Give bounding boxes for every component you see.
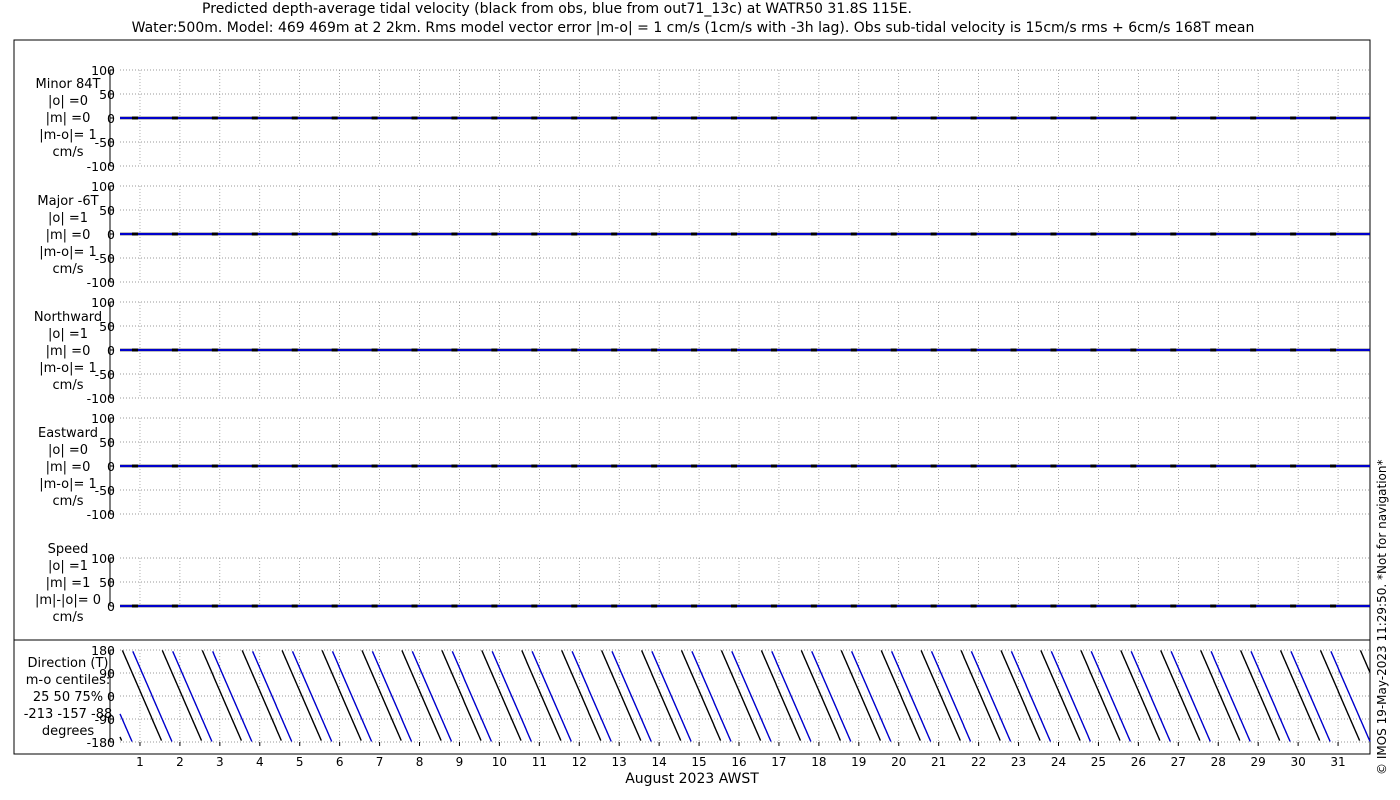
x-tick-label: 10	[492, 755, 507, 769]
panel-eastward: 100 50 0 -50 -100 Eastward |o| =0 |m| =0 |m-o|= …	[38, 411, 1370, 522]
y-tick-label: 100	[91, 411, 115, 426]
panel-label-line: |m|-|o|= 0	[35, 593, 101, 608]
panel-label-line: |m-o|= 1	[39, 245, 97, 260]
panel-label-line: |o| =0	[48, 94, 88, 109]
y-tick-label: -100	[87, 391, 115, 406]
panel-label-line: |o| =1	[48, 327, 88, 342]
tidal-velocity-figure: Predicted depth-average tidal velocity (…	[13, 1, 1389, 787]
x-tick-label: 16	[731, 755, 746, 769]
x-tick-label: 4	[256, 755, 264, 769]
y-tick-label: 0	[107, 459, 115, 474]
panel-label-line: |m-o|= 1	[39, 477, 97, 492]
y-tick-label: -100	[87, 159, 115, 174]
panel-label-line: cm/s	[53, 145, 84, 160]
panel-label-line: |o| =1	[48, 559, 88, 574]
panel-label-line: Northward	[34, 310, 102, 325]
y-tick-label: 0	[107, 599, 115, 614]
x-tick-label: 5	[296, 755, 304, 769]
panel-label-line: |m| =0	[46, 344, 91, 359]
y-tick-label: 50	[99, 575, 115, 590]
x-tick-label: 6	[336, 755, 344, 769]
y-tick-label: 0	[107, 111, 115, 126]
panel-label-line: cm/s	[53, 262, 84, 277]
panel-label-line: |m| =0	[46, 460, 91, 475]
x-tick-label: 22	[971, 755, 986, 769]
x-tick-label: 24	[1051, 755, 1066, 769]
x-tick-label: 12	[572, 755, 587, 769]
x-tick-label: 25	[1091, 755, 1106, 769]
panel-label-line: cm/s	[53, 378, 84, 393]
panel-label-line: |m| =1	[46, 576, 91, 591]
panel-label-line: m-o centiles:	[26, 673, 111, 688]
y-tick-label: -100	[87, 507, 115, 522]
x-tick-label: 18	[811, 755, 826, 769]
panel-label-line: Major -6T	[37, 194, 98, 209]
x-tick-label: 23	[1011, 755, 1026, 769]
y-tick-label: 50	[99, 435, 115, 450]
panel-label-line: Eastward	[38, 426, 98, 441]
panel-label-line: |m-o|= 1	[39, 128, 97, 143]
watermark: © IMOS 19-May-2023 11:29:50. *Not for na…	[1375, 460, 1389, 776]
panel-direction: 180900-90-180Direction (T)m-o centiles:2…	[24, 643, 1371, 750]
x-axis-label: August 2023 AWST	[625, 771, 759, 787]
y-tick-label: 0	[107, 227, 115, 242]
y-tick-label: -50	[95, 251, 115, 266]
panel-northward: 100500-50-100Northward|o| =1|m| =0|m-o|=…	[34, 295, 1370, 406]
panel-label-line: degrees	[42, 724, 95, 739]
panel-label-line: |m| =0	[46, 111, 91, 126]
x-tick-label: 17	[771, 755, 786, 769]
y-tick-label: 0	[107, 343, 115, 358]
series-obs	[119, 650, 1371, 741]
panel-minor: 100 50 0 -50 -100 Minor 84T |o| =0 |m| =0 |m-o|=…	[36, 63, 1370, 174]
x-tick-label: 7	[376, 755, 384, 769]
panel-label-line: |m-o|= 1	[39, 361, 97, 376]
y-tick-label: 0	[107, 689, 115, 704]
x-tick-label: 20	[891, 755, 906, 769]
y-tick-label: 50	[99, 87, 115, 102]
panel-major: 100 50 0 -50 -100 Major -6T |o| =1 |m| =0 |m-o|=…	[37, 179, 1370, 290]
x-tick-label: 1	[136, 755, 144, 769]
y-tick-label: -50	[95, 135, 115, 150]
y-tick-label: -100	[87, 275, 115, 290]
panel-label-line: |m| =0	[46, 228, 91, 243]
x-tick-label: 13	[612, 755, 627, 769]
panel-label-line: Direction (T)	[28, 656, 109, 671]
y-tick-label: -50	[95, 367, 115, 382]
chart-title-line2: Water:500m. Model: 469 469m at 2 2km. Rm…	[132, 20, 1255, 36]
panel-label-line: Minor 84T	[36, 77, 101, 92]
x-tick-label: 3	[216, 755, 224, 769]
panel-label-line: |o| =1	[48, 211, 88, 226]
x-tick-label: 26	[1131, 755, 1146, 769]
panel-speed: 100 50 0 Speed |o| =1 |m| =1 |m|-|o|= 0 cm/s	[35, 542, 1370, 625]
x-tick-label: 30	[1290, 755, 1305, 769]
panel-label-line: Speed	[48, 542, 89, 557]
x-tick-label: 8	[416, 755, 424, 769]
panel-label-line: |o| =0	[48, 443, 88, 458]
y-tick-label: 100	[91, 63, 115, 78]
plot-frame	[13, 39, 1371, 755]
panel-label-line: cm/s	[53, 494, 84, 509]
y-tick-label: 100	[91, 295, 115, 310]
x-tick-label: 9	[456, 755, 464, 769]
panel-label-line: cm/s	[53, 610, 84, 625]
panel-label-line: 25 50 75%	[33, 690, 103, 705]
chart-title-line1: Predicted depth-average tidal velocity (…	[202, 1, 912, 17]
panel-label-line: -213 -157 -88	[24, 707, 113, 722]
y-tick-label: 50	[99, 203, 115, 218]
y-tick-label: 100	[91, 551, 115, 566]
x-tick-label: 28	[1211, 755, 1226, 769]
x-tick-label: 29	[1251, 755, 1266, 769]
y-tick-label: 100	[91, 179, 115, 194]
x-tick-label: 19	[851, 755, 866, 769]
x-tick-label: 27	[1171, 755, 1186, 769]
x-tick-label: 2	[176, 755, 184, 769]
x-tick-label: 15	[691, 755, 706, 769]
x-tick-label: 31	[1330, 755, 1345, 769]
x-tick-label: 21	[931, 755, 946, 769]
series-model	[119, 651, 1371, 742]
x-tick-label: 14	[651, 755, 666, 769]
x-tick-label: 11	[532, 755, 547, 769]
y-tick-label: -50	[95, 483, 115, 498]
